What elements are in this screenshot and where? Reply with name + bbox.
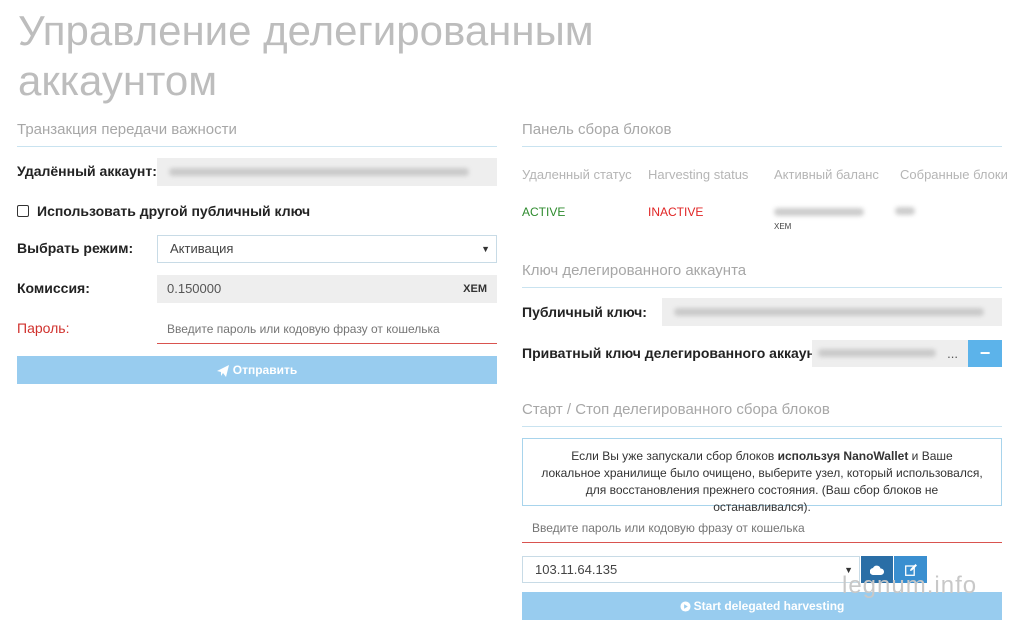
active-balance-header: Активный баланс <box>774 167 879 182</box>
section-divider <box>522 426 1002 427</box>
use-other-key-label: Использовать другой публичный ключ <box>37 203 311 219</box>
checkbox[interactable] <box>17 205 29 217</box>
fee-unit: XEM <box>463 283 487 295</box>
info-text-bold: используя NanoWallet <box>777 449 909 463</box>
use-other-key-option[interactable]: Использовать другой публичный ключ <box>17 202 310 220</box>
fee-value: 0.150000 <box>167 281 222 296</box>
remote-status-value: ACTIVE <box>522 205 566 219</box>
mode-select[interactable]: Активация ▼ <box>157 235 497 263</box>
harvest-panel-title: Панель сбора блоков <box>522 121 672 138</box>
password-input[interactable] <box>157 315 497 344</box>
balance-unit: XEM <box>774 222 792 231</box>
info-box: Если Вы уже запускали сбор блоков исполь… <box>522 438 1002 514</box>
toggle-private-key-button[interactable]: − <box>968 340 1002 367</box>
harvest-password-input[interactable] <box>522 514 1002 543</box>
start-stop-title: Старт / Стоп делегированного сбора блоко… <box>522 401 830 418</box>
harvesting-status-header: Harvesting status <box>648 167 749 182</box>
mode-label: Выбрать режим: <box>17 240 134 256</box>
section-divider <box>17 146 497 147</box>
delegated-key-title: Ключ делегированного аккаунта <box>522 262 747 279</box>
private-key-field: ... <box>812 340 968 367</box>
node-select-value: 103.11.64.135 <box>535 562 618 577</box>
info-text-pre: Если Вы уже запускали сбор блоков <box>571 449 778 463</box>
harvested-blocks-value <box>895 205 925 217</box>
send-button[interactable]: Отправить <box>17 356 497 384</box>
remote-account-field[interactable] <box>157 158 497 186</box>
start-harvesting-label: Start delegated harvesting <box>693 599 845 613</box>
remote-status-header: Удаленный статус <box>522 167 632 182</box>
active-balance-value: XEM <box>774 202 874 234</box>
harvesting-status-value: INACTIVE <box>648 205 704 219</box>
private-key-label: Приватный ключ делегированного аккаунта <box>522 345 830 361</box>
password-label: Пароль: <box>17 320 70 336</box>
harvested-blocks-header: Собранные блоки <box>900 167 1008 182</box>
public-key-field <box>662 298 1002 326</box>
private-key-ellipsis: ... <box>947 346 958 361</box>
importance-transfer-title: Транзакция передачи важности <box>17 121 237 138</box>
fee-label: Комиссия: <box>17 280 90 296</box>
node-select[interactable]: 103.11.64.135 ▼ <box>522 556 860 583</box>
mode-select-value: Активация <box>170 241 234 256</box>
public-key-label: Публичный ключ: <box>522 304 647 320</box>
caret-down-icon: ▼ <box>481 244 490 254</box>
paper-plane-icon <box>216 364 229 377</box>
page-title: Управление делегированным аккаунтом <box>18 7 594 104</box>
section-divider <box>522 287 1002 288</box>
section-divider <box>522 146 1002 147</box>
play-circle-icon <box>680 601 691 612</box>
fee-field: 0.150000 XEM <box>157 275 497 303</box>
watermark: legnum.info <box>842 572 978 599</box>
remote-account-label: Удалённый аккаунт: <box>17 163 157 179</box>
send-button-label: Отправить <box>232 363 298 377</box>
